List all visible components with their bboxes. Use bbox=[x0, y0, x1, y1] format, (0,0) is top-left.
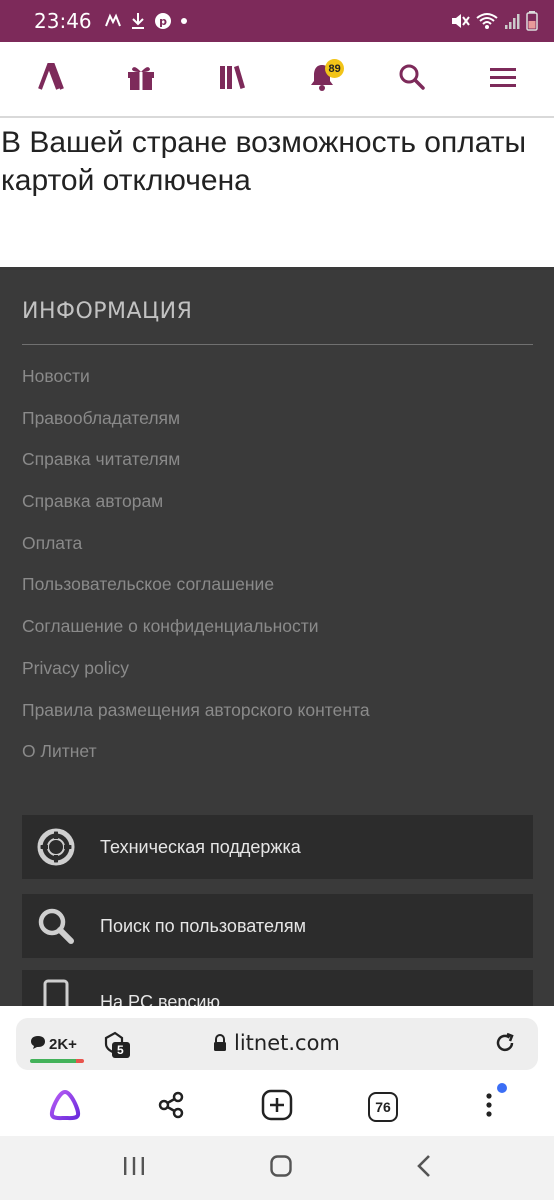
browser-bar: 2K+ 5 litnet.com 76 bbox=[0, 1006, 554, 1136]
update-dot bbox=[497, 1083, 507, 1093]
tab-count: 76 bbox=[375, 1099, 391, 1115]
search-icon bbox=[398, 63, 426, 96]
search-button[interactable] bbox=[382, 49, 442, 109]
tabs-button[interactable]: 76 bbox=[355, 1079, 411, 1135]
footer-link-rightholders[interactable]: Правообладателям bbox=[22, 405, 370, 447]
search-icon bbox=[36, 906, 76, 946]
library-button[interactable] bbox=[202, 49, 262, 109]
tech-support-button[interactable]: Техническая поддержка bbox=[22, 815, 533, 879]
status-time: 23:46 bbox=[34, 9, 92, 33]
notification-badge: 89 bbox=[325, 59, 345, 78]
footer-title: ИНФОРМАЦИЯ bbox=[22, 299, 193, 324]
top-nav: 89 bbox=[0, 42, 554, 118]
protect-count: 5 bbox=[117, 1043, 124, 1057]
footer-link-news[interactable]: Новости bbox=[22, 363, 370, 405]
share-button[interactable] bbox=[143, 1079, 199, 1135]
recents-icon[interactable] bbox=[122, 1155, 146, 1182]
footer-link-user-agreement[interactable]: Пользовательское соглашение bbox=[22, 571, 370, 613]
footer-divider bbox=[22, 344, 533, 345]
notifications-button[interactable]: 89 bbox=[292, 49, 352, 109]
pc-version-button[interactable]: На PC версию bbox=[22, 970, 533, 1007]
browser-toolbar: 76 bbox=[0, 1078, 554, 1136]
mute-icon bbox=[450, 12, 470, 30]
comment-icon bbox=[30, 1034, 46, 1054]
home-icon[interactable] bbox=[269, 1154, 293, 1183]
pinterest-icon: p bbox=[154, 12, 172, 30]
comments-count: 2K+ bbox=[49, 1035, 77, 1053]
footer-link-author-help[interactable]: Справка авторам bbox=[22, 488, 370, 530]
library-icon bbox=[217, 62, 247, 97]
footer-link-reader-help[interactable]: Справка читателям bbox=[22, 446, 370, 488]
wifi-icon bbox=[476, 12, 498, 30]
more-icon bbox=[485, 1092, 493, 1123]
reload-icon[interactable] bbox=[494, 1032, 516, 1059]
back-icon[interactable] bbox=[416, 1154, 432, 1183]
new-tab-icon bbox=[261, 1089, 293, 1126]
svg-text:p: p bbox=[159, 15, 167, 28]
lifebuoy-icon bbox=[36, 827, 76, 867]
gift-button[interactable] bbox=[111, 49, 171, 109]
user-search-button[interactable]: Поиск по пользователям bbox=[22, 894, 533, 958]
missed-call-icon bbox=[104, 12, 122, 30]
payment-disabled-message: В Вашей стране возможность оплаты картой… bbox=[1, 126, 527, 197]
footer-link-confidentiality[interactable]: Соглашение о конфиденциальности bbox=[22, 613, 370, 655]
rating-bar bbox=[30, 1059, 84, 1063]
logo-button[interactable] bbox=[21, 49, 81, 109]
footer-link-content-rules[interactable]: Правила размещения авторского контента bbox=[22, 697, 370, 739]
footer-link-privacy-policy[interactable]: Privacy policy bbox=[22, 655, 370, 697]
address-bar[interactable]: 2K+ 5 litnet.com bbox=[16, 1018, 538, 1070]
phone-icon bbox=[36, 979, 76, 1007]
menu-icon bbox=[489, 66, 517, 93]
tech-support-label: Техническая поддержка bbox=[100, 836, 301, 857]
logo-icon bbox=[36, 62, 66, 97]
more-button[interactable] bbox=[461, 1079, 517, 1135]
footer: ИНФОРМАЦИЯ Новости Правообладателям Спра… bbox=[0, 267, 554, 1007]
pc-version-label: На PC версию bbox=[100, 992, 220, 1007]
footer-links: Новости Правообладателям Справка читател… bbox=[22, 363, 370, 780]
alice-icon bbox=[48, 1088, 82, 1127]
lock-icon bbox=[213, 1034, 227, 1057]
dot-icon bbox=[180, 17, 188, 25]
new-tab-button[interactable] bbox=[249, 1079, 305, 1135]
footer-link-payment[interactable]: Оплата bbox=[22, 530, 370, 572]
tabs-icon: 76 bbox=[368, 1092, 398, 1122]
alice-button[interactable] bbox=[37, 1079, 93, 1135]
menu-button[interactable] bbox=[473, 49, 533, 109]
footer-link-about[interactable]: О Литнет bbox=[22, 738, 370, 780]
gift-icon bbox=[126, 62, 156, 97]
share-icon bbox=[157, 1091, 185, 1124]
signal-icon bbox=[504, 12, 520, 30]
url-text[interactable]: litnet.com bbox=[234, 1031, 340, 1055]
status-bar: 23:46 p bbox=[0, 0, 554, 42]
battery-icon bbox=[526, 11, 538, 31]
system-nav bbox=[0, 1136, 554, 1200]
comments-chip[interactable]: 2K+ bbox=[30, 1034, 84, 1063]
download-icon bbox=[130, 12, 146, 30]
protect-chip[interactable]: 5 bbox=[102, 1030, 132, 1065]
user-search-label: Поиск по пользователям bbox=[100, 915, 306, 936]
